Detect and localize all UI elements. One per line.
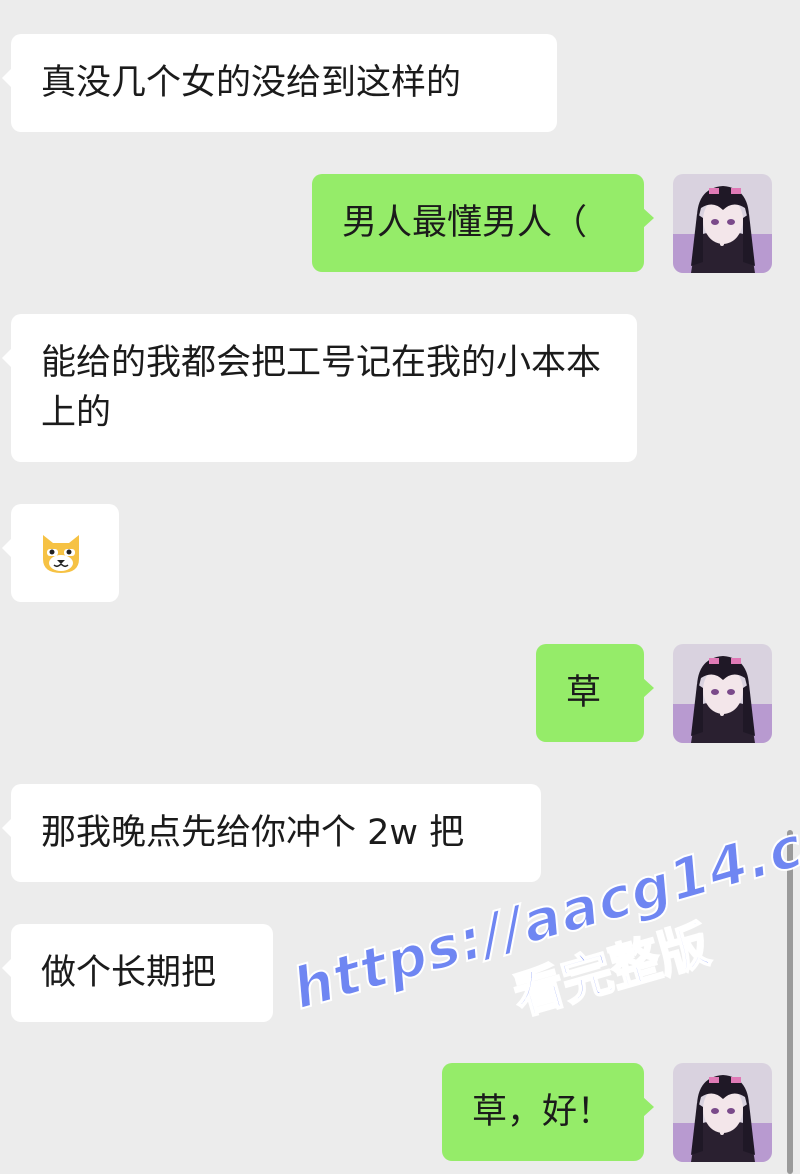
- incoming-message-bubble[interactable]: 真没几个女的没给到这样的: [2, 34, 557, 132]
- outgoing-message-bubble[interactable]: 草，好！: [442, 1063, 654, 1161]
- watermark-caption: 看完整版: [506, 914, 716, 1027]
- scrollbar[interactable]: [787, 830, 793, 1174]
- doge-emoji-icon: [43, 535, 79, 573]
- message-text: 草，好！: [472, 1092, 613, 1132]
- user-avatar[interactable]: [673, 644, 772, 743]
- message-text: 男人最懂男人（: [342, 203, 588, 243]
- incoming-message-bubble[interactable]: 能给的我都会把工号记在我的小本本上的: [2, 314, 637, 462]
- message-text: 真没几个女的没给到这样的: [41, 63, 462, 103]
- user-avatar[interactable]: [673, 174, 772, 273]
- message-text: 那我晚点先给你冲个 2w 把: [41, 813, 465, 853]
- incoming-message-bubble[interactable]: 那我晚点先给你冲个 2w 把: [2, 784, 541, 882]
- outgoing-message-bubble[interactable]: 草: [536, 644, 654, 742]
- message-text: 草: [566, 673, 602, 713]
- outgoing-message-bubble[interactable]: 男人最懂男人（: [312, 174, 654, 272]
- incoming-emoji-bubble[interactable]: [2, 504, 119, 602]
- message-text: 能给的我都会把工号记在我的小本本上的: [41, 343, 602, 433]
- anime-girl-avatar-icon: [673, 644, 772, 743]
- chat-screen: 真没几个女的没给到这样的 男人最懂男人（ 能给的我都会把工号记在我的小本本上的: [0, 0, 800, 1174]
- user-avatar[interactable]: [673, 1063, 772, 1162]
- anime-girl-avatar-icon: [673, 1063, 772, 1162]
- incoming-message-bubble[interactable]: 做个长期把: [2, 924, 273, 1022]
- anime-girl-avatar-icon: [673, 174, 772, 273]
- message-text: 做个长期把: [41, 953, 217, 993]
